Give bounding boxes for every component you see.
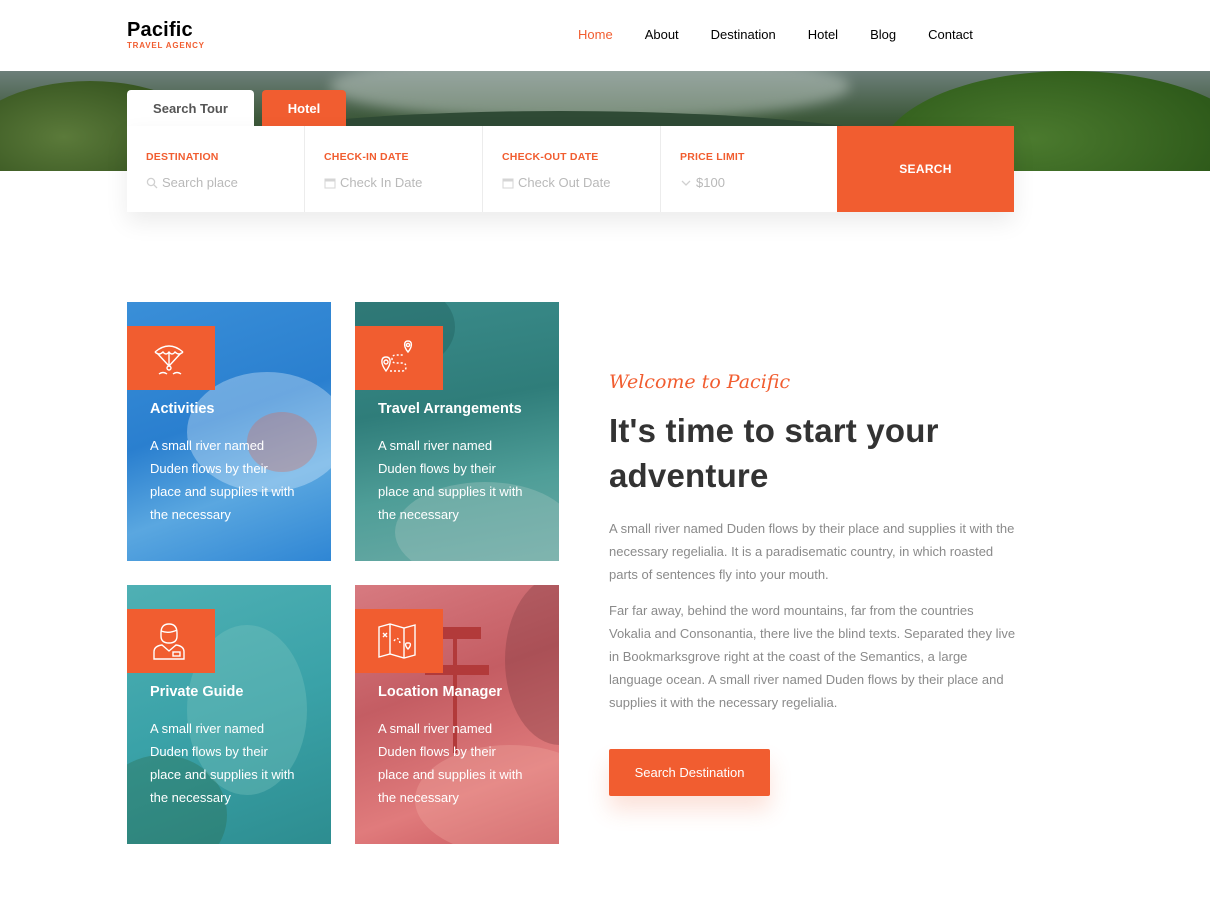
destination-input[interactable]: Search place — [162, 175, 238, 191]
card-description: A small river named Duden flows by their… — [150, 438, 295, 522]
check-out-field[interactable]: CHECK-OUT DATE Check Out Date — [483, 126, 661, 212]
card-title: Activities — [150, 401, 215, 417]
guide-person-icon — [127, 609, 215, 673]
about-paragraph-2: Far far away, behind the word mountains,… — [609, 603, 1016, 710]
destination-label: DESTINATION — [146, 151, 219, 163]
price-limit-label: PRICE LIMIT — [680, 151, 745, 163]
card-description: A small river named Duden flows by their… — [378, 721, 523, 805]
about-paragraph-1: A small river named Duden flows by their… — [609, 521, 1015, 582]
destination-field[interactable]: DESTINATION Search place — [127, 126, 305, 212]
brand-logo[interactable]: Pacific TRAVEL AGENCY — [127, 18, 205, 50]
service-card-location-manager[interactable]: Location Manager A small river named Dud… — [355, 585, 559, 844]
price-limit-field[interactable]: PRICE LIMIT $100 — [661, 126, 839, 212]
card-description: A small river named Duden flows by their… — [150, 721, 295, 805]
check-in-label: CHECK-IN DATE — [324, 151, 409, 163]
chevron-down-icon — [680, 177, 692, 189]
service-card-activities[interactable]: Activities A small river named Duden flo… — [127, 302, 331, 561]
section-heading: It's time to start your adventure — [609, 412, 939, 494]
card-description: A small river named Duden flows by their… — [378, 438, 523, 522]
service-card-private-guide[interactable]: Private Guide A small river named Duden … — [127, 585, 331, 844]
brand-name: Pacific — [127, 19, 193, 41]
check-in-input[interactable]: Check In Date — [340, 175, 422, 191]
section-subheading: Welcome to Pacific — [609, 371, 791, 393]
card-title: Location Manager — [378, 684, 503, 700]
calendar-icon — [324, 177, 336, 189]
search-button[interactable]: SEARCH — [837, 126, 1014, 212]
calendar-icon — [502, 177, 514, 189]
nav-link-contact[interactable]: Contact — [928, 27, 973, 43]
tab-search-tour[interactable]: Search Tour — [127, 90, 254, 126]
nav-link-blog[interactable]: Blog — [870, 27, 896, 43]
paragliding-icon — [127, 326, 215, 390]
nav-link-destination[interactable]: Destination — [711, 27, 776, 43]
main-menu: Home About Destination Hotel Blog Contac… — [578, 27, 973, 43]
price-limit-select[interactable]: $100 — [696, 175, 725, 191]
navbar: Pacific TRAVEL AGENCY Home About Destina… — [0, 0, 1210, 71]
tab-hotel[interactable]: Hotel — [262, 90, 346, 126]
check-in-field[interactable]: CHECK-IN DATE Check In Date — [305, 126, 483, 212]
nav-link-about[interactable]: About — [645, 27, 679, 43]
service-card-travel-arrangements[interactable]: Travel Arrangements A small river named … — [355, 302, 559, 561]
brand-tagline: TRAVEL AGENCY — [127, 41, 205, 50]
card-title: Private Guide — [150, 684, 244, 700]
check-out-input[interactable]: Check Out Date — [518, 175, 611, 191]
search-destination-button[interactable]: Search Destination — [609, 749, 770, 796]
card-title: Travel Arrangements — [378, 401, 522, 417]
nav-link-hotel[interactable]: Hotel — [808, 27, 838, 43]
route-map-icon — [355, 326, 443, 390]
folded-map-icon — [355, 609, 443, 673]
search-icon — [146, 177, 158, 189]
search-form: DESTINATION Search place CHECK-IN DATE C… — [127, 126, 1014, 212]
nav-link-home[interactable]: Home — [578, 27, 613, 43]
check-out-label: CHECK-OUT DATE — [502, 151, 599, 163]
